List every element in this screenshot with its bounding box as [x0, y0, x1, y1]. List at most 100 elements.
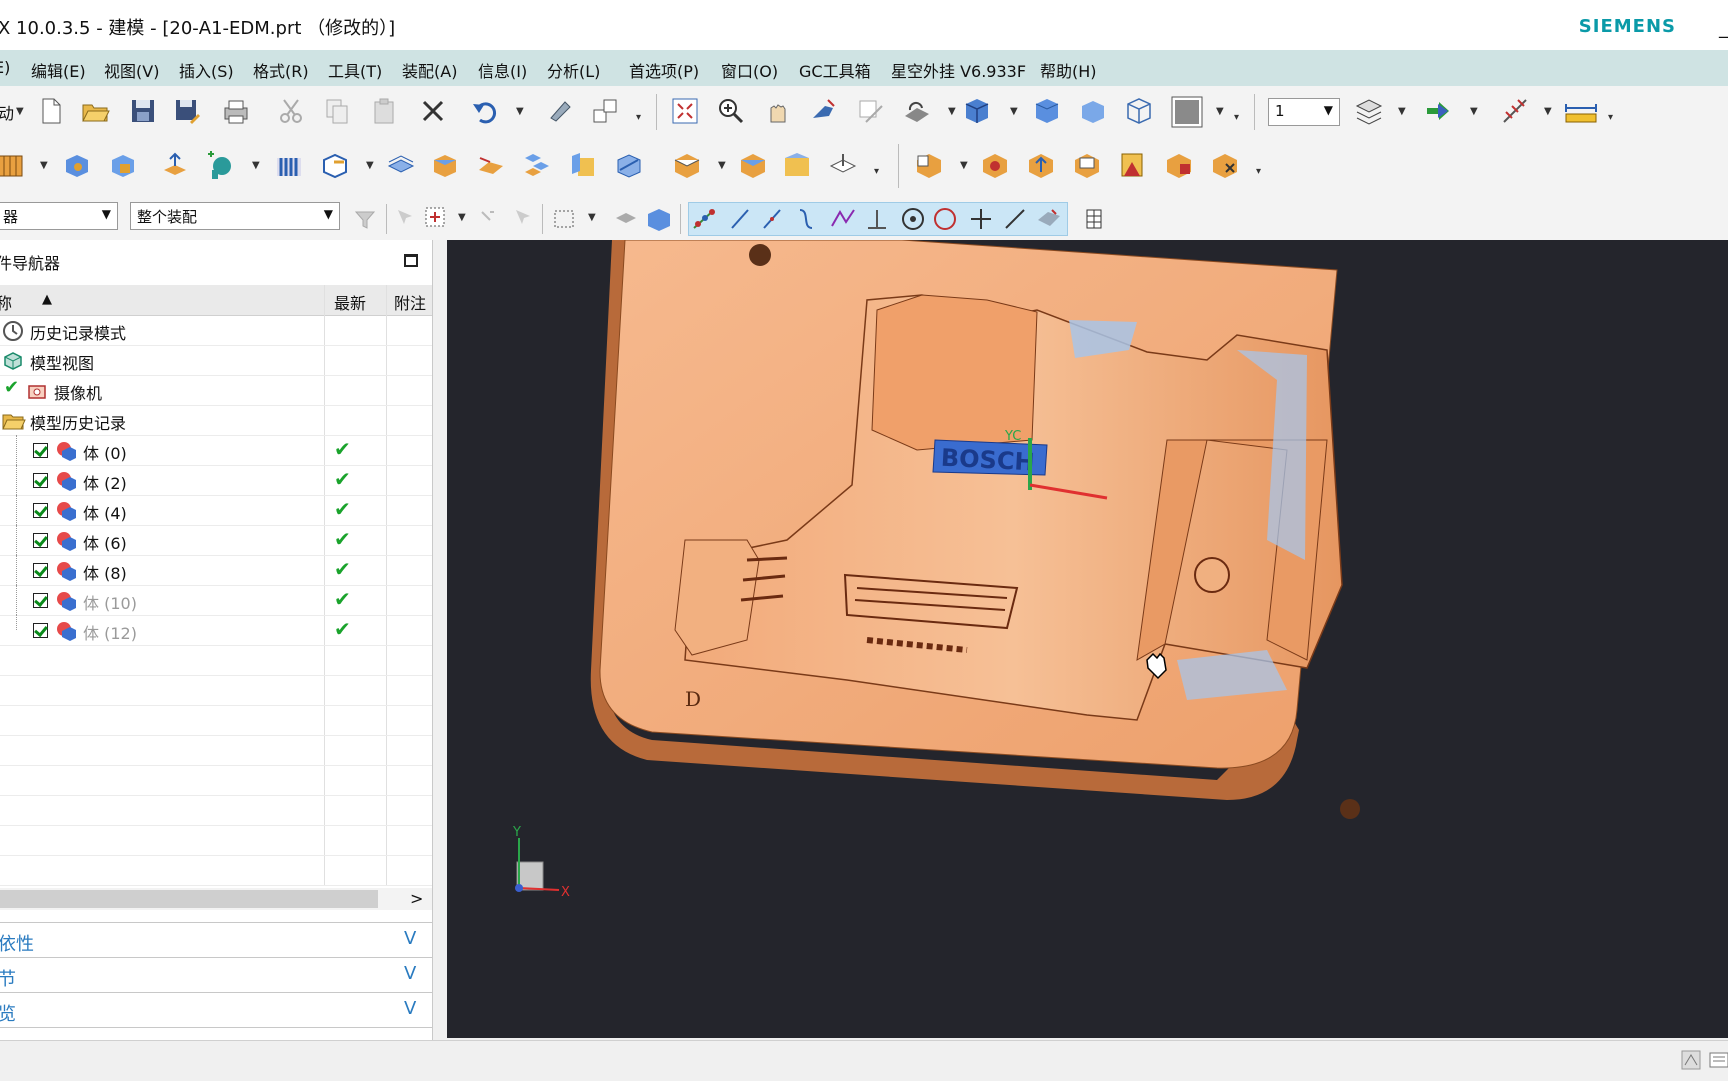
- copy-face-icon[interactable]: [1164, 150, 1194, 180]
- panel-details[interactable]: 节 V: [0, 957, 432, 992]
- chevron-down-icon[interactable]: ▼: [1470, 106, 1478, 117]
- cut-icon[interactable]: [276, 96, 306, 126]
- tree-row-body[interactable]: 体 (4) ✔: [0, 495, 432, 526]
- print-icon[interactable]: [220, 96, 250, 126]
- measure-distance-icon[interactable]: [1562, 96, 1600, 126]
- more-icon[interactable]: ▾: [1608, 112, 1613, 123]
- replace-blend-icon[interactable]: [1072, 150, 1102, 180]
- new-file-icon[interactable]: [36, 96, 66, 126]
- panel-dependencies[interactable]: 依性 V: [0, 922, 432, 957]
- scroll-right-icon[interactable]: >: [410, 889, 423, 908]
- column-name[interactable]: 称: [0, 290, 12, 314]
- column-note[interactable]: 附注: [394, 290, 426, 314]
- tree-row-body[interactable]: 体 (12) ✔: [0, 615, 432, 646]
- delete-icon[interactable]: [418, 96, 448, 126]
- graphics-window[interactable]: BOSCH YC D Y X: [447, 240, 1728, 1038]
- snap-add-icon[interactable]: [422, 204, 452, 234]
- copy-icon[interactable]: [322, 96, 352, 126]
- end-point-icon[interactable]: [726, 204, 756, 234]
- warning-face-icon[interactable]: [1118, 150, 1148, 180]
- more-icon[interactable]: ▾: [1234, 112, 1239, 123]
- chevron-down-icon[interactable]: ▼: [718, 160, 726, 171]
- tree-row-cameras[interactable]: ✔ 摄像机: [0, 375, 432, 406]
- cylinder-icon[interactable]: [108, 150, 138, 180]
- open-folder-icon[interactable]: [80, 96, 110, 126]
- visibility-checkbox[interactable]: [33, 563, 48, 578]
- menu-analysis[interactable]: 分析(L): [547, 58, 600, 82]
- show-hide-icon[interactable]: [612, 204, 642, 234]
- fit-view-icon[interactable]: [670, 96, 700, 126]
- filter-icon[interactable]: [350, 204, 380, 234]
- start-label[interactable]: 动: [0, 100, 14, 124]
- delete-face-icon[interactable]: [914, 150, 944, 180]
- control-point-icon[interactable]: [792, 204, 822, 234]
- model-render[interactable]: BOSCH YC D Y X: [447, 240, 1728, 1038]
- offset-face-icon[interactable]: [386, 150, 416, 180]
- menu-assembly[interactable]: 装配(A): [402, 58, 457, 82]
- tree-row-body[interactable]: 体 (10) ✔: [0, 585, 432, 616]
- zoom-icon[interactable]: [716, 96, 746, 126]
- chevron-down-icon[interactable]: ▼: [960, 160, 968, 171]
- point-on-curve-icon[interactable]: [1000, 204, 1030, 234]
- work-layer-dropdown[interactable]: 1 ▼: [1268, 98, 1340, 126]
- shaded-with-edges-icon[interactable]: [962, 96, 992, 126]
- delete-feature-icon[interactable]: [1210, 150, 1240, 180]
- intersection-point-icon[interactable]: [828, 204, 858, 234]
- more-icon[interactable]: ▾: [636, 112, 641, 123]
- message-icon[interactable]: [1708, 1049, 1728, 1071]
- perpendicular-icon[interactable]: [862, 204, 892, 234]
- arc-center-icon[interactable]: [898, 204, 928, 234]
- perspective-icon[interactable]: [856, 96, 886, 126]
- offset-region-icon[interactable]: [980, 150, 1010, 180]
- chevron-down-icon[interactable]: ▼: [40, 160, 48, 171]
- move-select-icon[interactable]: [474, 204, 504, 234]
- select-all-icon[interactable]: [392, 204, 422, 234]
- visibility-checkbox[interactable]: [33, 503, 48, 518]
- menu-file[interactable]: E): [0, 58, 10, 77]
- menu-view[interactable]: 视图(V): [104, 58, 159, 82]
- patch-icon[interactable]: [738, 150, 768, 180]
- static-wireframe-shaded-icon[interactable]: [1078, 96, 1108, 126]
- menu-gc-toolbox[interactable]: GC工具箱: [799, 58, 871, 82]
- move-to-layer-icon[interactable]: [1424, 96, 1454, 126]
- chevron-down-icon[interactable]: ▼: [458, 212, 466, 223]
- visibility-checkbox[interactable]: [33, 443, 48, 458]
- tree-row-body[interactable]: 体 (0) ✔: [0, 435, 432, 466]
- rectangle-select-icon[interactable]: [550, 204, 580, 234]
- menu-format[interactable]: 格式(R): [253, 58, 309, 82]
- extrude-icon[interactable]: [0, 150, 26, 180]
- sort-ascending-icon[interactable]: ▲: [42, 292, 52, 307]
- chevron-down-icon[interactable]: ▼: [16, 106, 24, 117]
- move-face-icon[interactable]: [828, 150, 858, 180]
- minimize-button[interactable]: _: [1719, 18, 1728, 39]
- visibility-checkbox[interactable]: [33, 593, 48, 608]
- more-icon[interactable]: ▾: [1256, 166, 1261, 177]
- menu-insert[interactable]: 插入(S): [179, 58, 234, 82]
- selection-scope-dropdown[interactable]: 整个装配 ▼: [130, 202, 340, 230]
- enable-snap-point-icon[interactable]: [690, 204, 720, 234]
- tree-row-body[interactable]: 体 (2) ✔: [0, 465, 432, 496]
- maximize-icon[interactable]: [404, 254, 418, 267]
- existing-point-icon[interactable]: [966, 204, 996, 234]
- tree-row-body[interactable]: 体 (6) ✔: [0, 525, 432, 556]
- chevron-down-icon[interactable]: ▼: [1216, 106, 1224, 117]
- tree-row-model-history[interactable]: 模型历史记录: [0, 405, 432, 436]
- chevron-down-icon[interactable]: ▼: [588, 212, 596, 223]
- point-on-surface-icon[interactable]: [1034, 204, 1064, 234]
- shell-icon[interactable]: [320, 150, 350, 180]
- paste-icon[interactable]: [370, 96, 400, 126]
- menu-help[interactable]: 帮助(H): [1040, 58, 1097, 82]
- emboss-icon[interactable]: [204, 150, 234, 180]
- menu-information[interactable]: 信息(I): [478, 58, 527, 82]
- window-layout-icon[interactable]: [590, 96, 620, 126]
- quadrant-point-icon[interactable]: [930, 204, 960, 234]
- trim-body-icon[interactable]: [568, 150, 598, 180]
- save-icon[interactable]: [128, 96, 158, 126]
- type-filter-dropdown[interactable]: 器 ▼: [0, 202, 118, 230]
- selection-status-icon[interactable]: [1680, 1049, 1702, 1071]
- boss-icon[interactable]: [160, 150, 190, 180]
- solid-body-icon[interactable]: [644, 204, 674, 234]
- menu-window[interactable]: 窗口(O): [721, 58, 778, 82]
- column-latest[interactable]: 最新: [334, 290, 366, 314]
- wireframe-icon[interactable]: [1124, 96, 1154, 126]
